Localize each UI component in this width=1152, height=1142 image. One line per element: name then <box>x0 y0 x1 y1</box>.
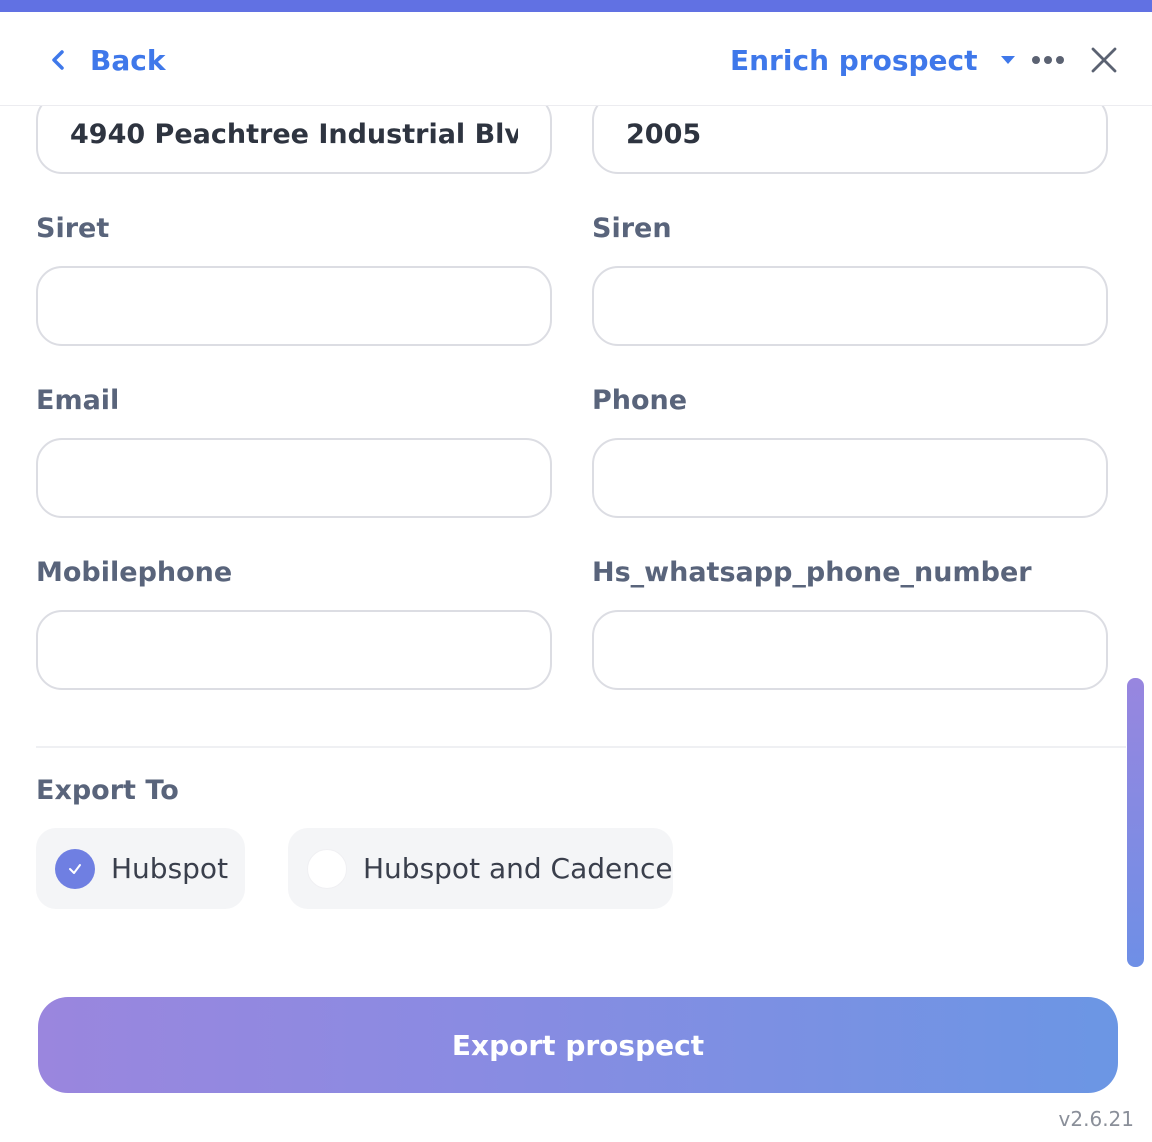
version-label: v2.6.21 <box>1058 1107 1134 1131</box>
export-prospect-button[interactable]: Export prospect <box>38 997 1118 1093</box>
mobilephone-label: Mobilephone <box>36 557 233 588</box>
scrollbar-thumb[interactable] <box>1127 678 1144 967</box>
back-button-top[interactable]: Back <box>40 38 165 82</box>
back-label-top: Back <box>90 43 166 77</box>
address-field[interactable] <box>36 94 552 174</box>
siret-field[interactable] <box>36 266 552 346</box>
phone-label: Phone <box>592 385 688 416</box>
phone-field[interactable] <box>592 438 1108 518</box>
check-icon <box>69 863 81 874</box>
whatsapp-phone-field[interactable] <box>592 610 1108 690</box>
close-icon <box>1091 47 1117 73</box>
email-field[interactable] <box>36 438 552 518</box>
close-button-top[interactable] <box>1086 40 1122 80</box>
section-divider <box>36 746 1126 748</box>
export-option-label: Hubspot <box>111 852 229 885</box>
caret-down-icon <box>1000 56 1015 64</box>
email-label: Email <box>36 385 120 416</box>
top-accent-bar-overlay <box>0 0 1152 12</box>
chevron-left-icon <box>52 50 64 70</box>
siret-label: Siret <box>36 213 110 244</box>
more-horizontal-icon <box>1032 56 1064 64</box>
siren-field[interactable] <box>592 266 1108 346</box>
siren-label: Siren <box>592 213 672 244</box>
export-to-title: Export To <box>36 775 179 806</box>
whatsapp-phone-label: Hs_whatsapp_phone_number <box>592 557 1032 588</box>
year-field[interactable] <box>592 94 1108 174</box>
export-option-hubspot[interactable]: Hubspot <box>36 828 245 909</box>
mobilephone-field[interactable] <box>36 610 552 690</box>
export-option-label: Hubspot and Cadence <box>363 852 673 885</box>
radio-unchecked <box>307 848 347 889</box>
export-option-hubspot-and-cadence[interactable]: Hubspot and Cadence <box>288 828 673 909</box>
radio-checked <box>55 848 95 889</box>
enrich-prospect-dropdown-top[interactable]: Enrich prospect <box>730 38 1018 82</box>
more-options-button-top[interactable] <box>1028 42 1068 78</box>
enrich-prospect-label-top: Enrich prospect <box>730 43 978 77</box>
